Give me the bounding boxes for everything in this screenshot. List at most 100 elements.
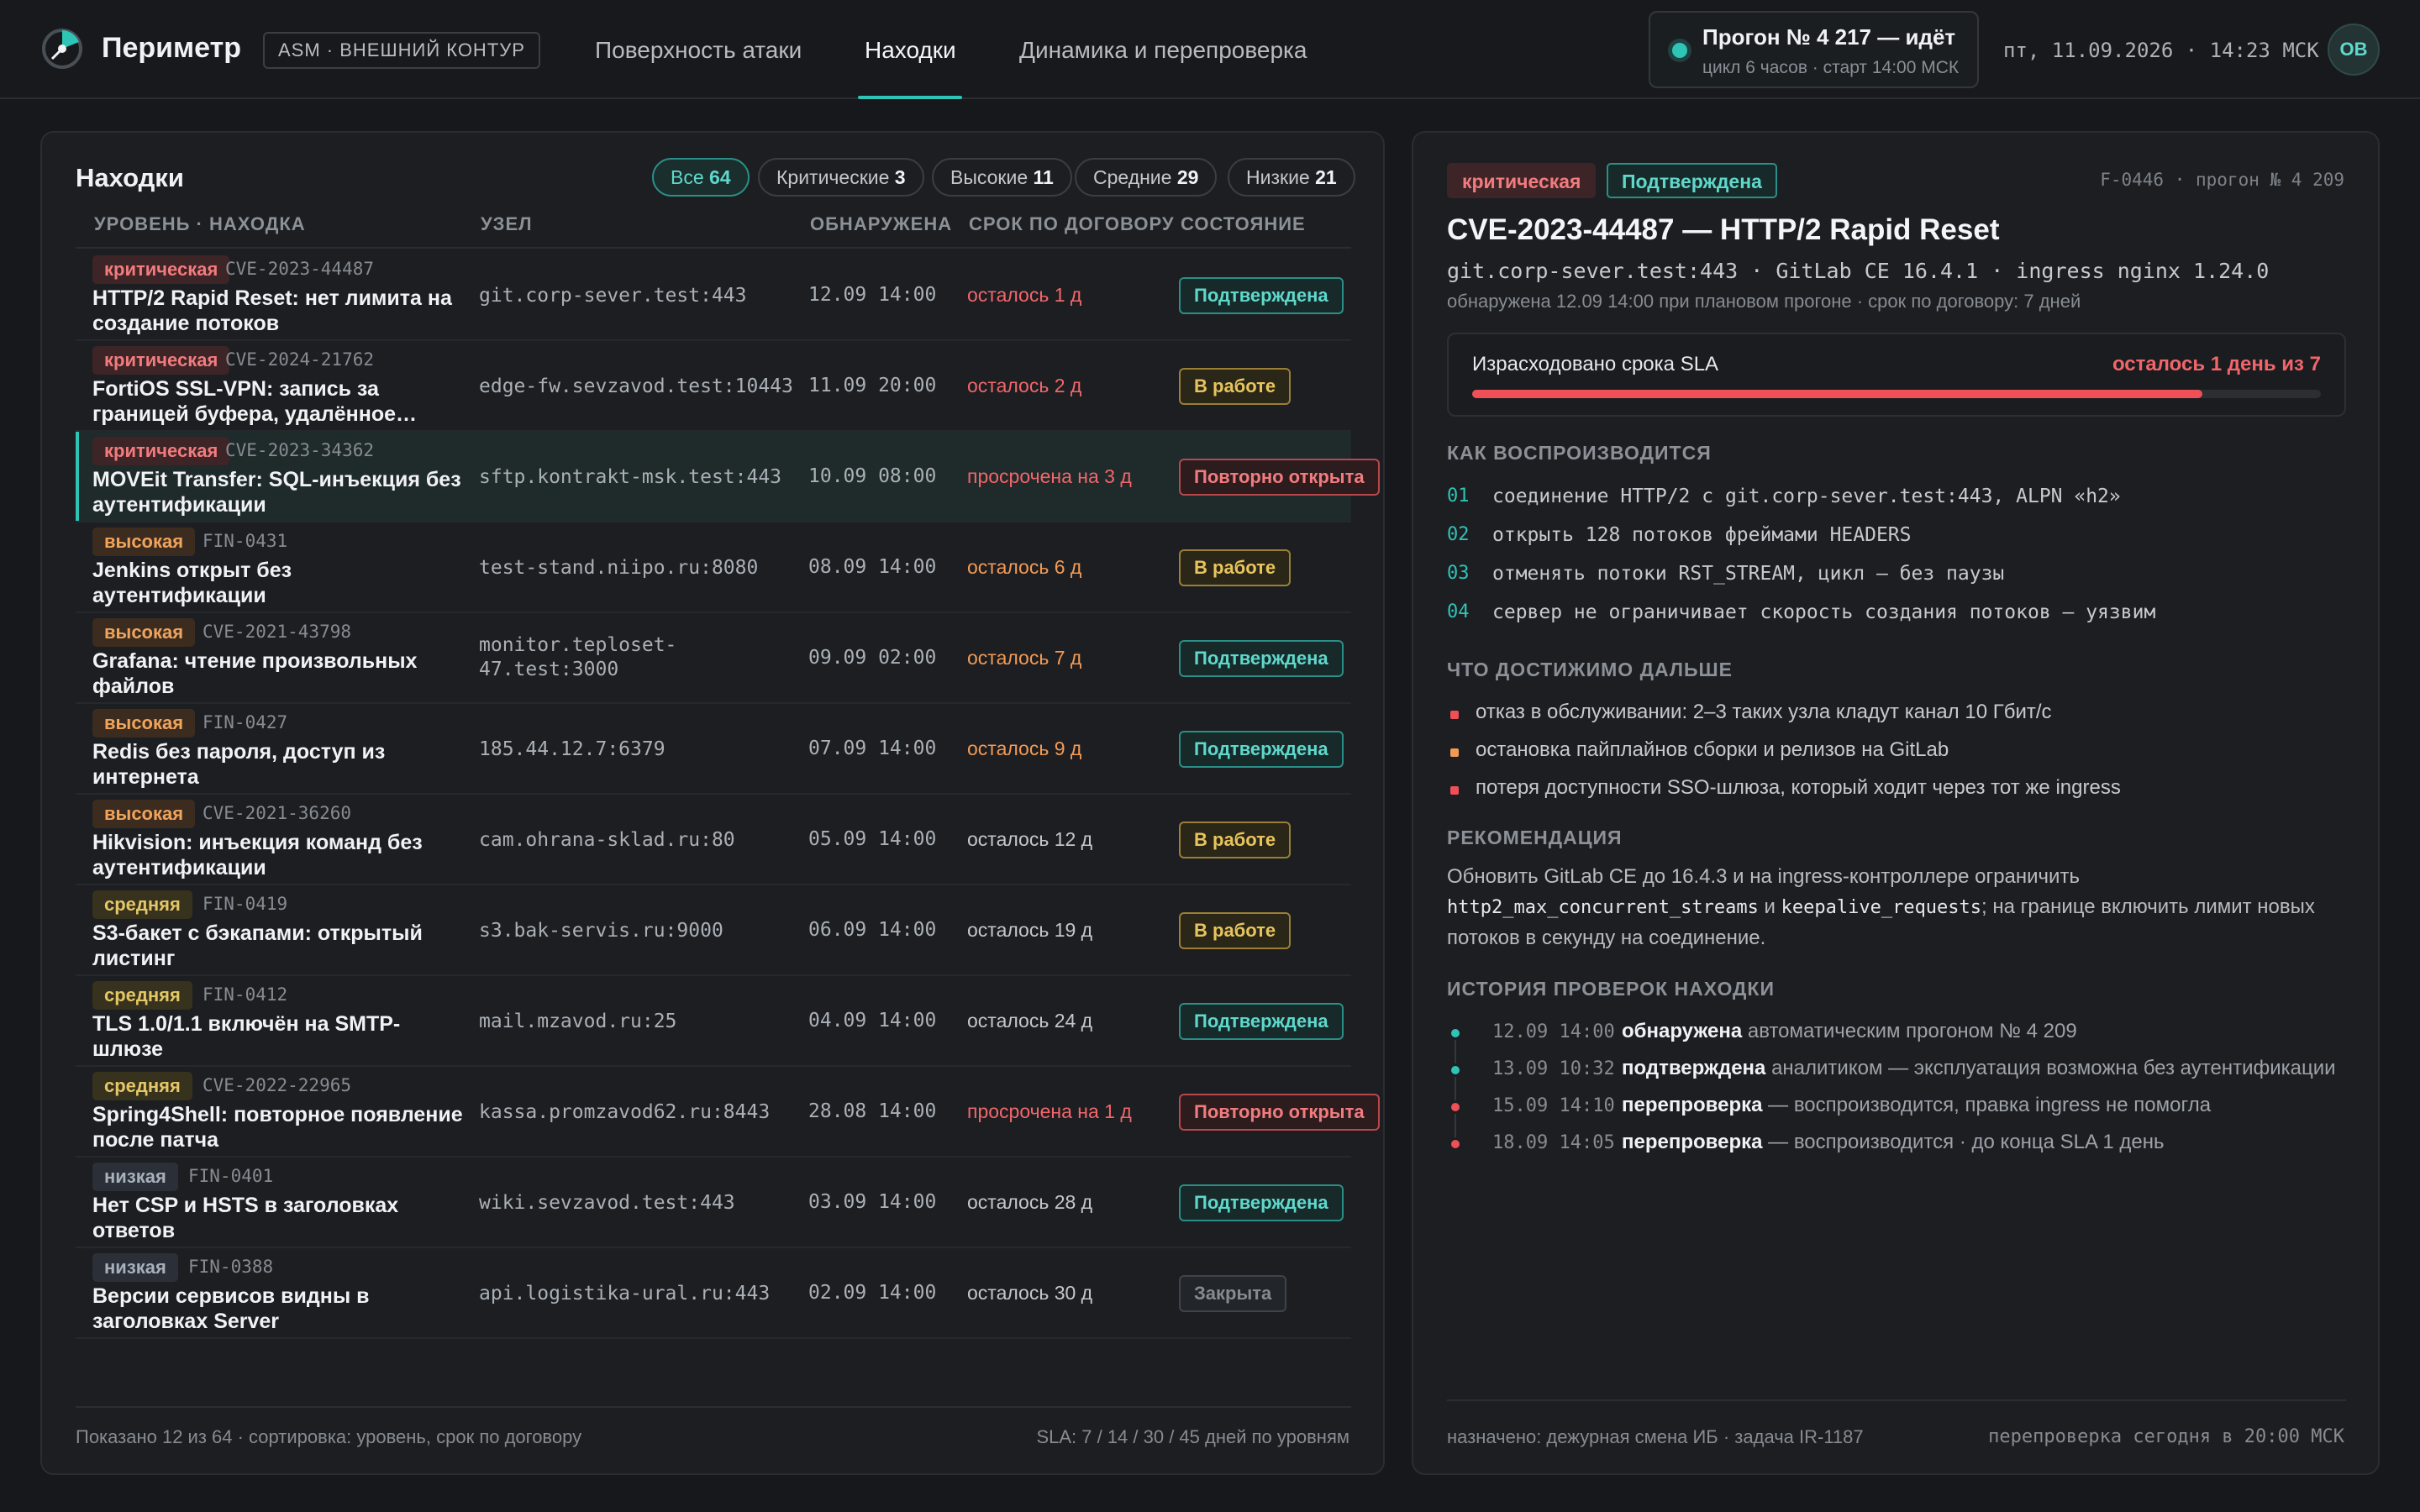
table-row[interactable]: средняя FIN-0412 TLS 1.0/1.1 включён на SM… xyxy=(76,976,1351,1067)
table-row[interactable]: низкая FIN-0388 Версии сервисов видны в за… xyxy=(76,1248,1351,1339)
detail-meta: F-0446 · прогон № 4 209 xyxy=(2100,170,2344,190)
finding-status[interactable]: Повторно открыта xyxy=(1179,1094,1380,1131)
finding-title: Jenkins открыт без аутентификации xyxy=(92,559,292,607)
finding-sla: осталось 2 д xyxy=(967,375,1082,396)
finding-sla: осталось 1 д xyxy=(967,284,1082,306)
finding-sla: осталось 7 д xyxy=(967,647,1082,669)
finding-status[interactable]: Подтверждена xyxy=(1179,640,1344,677)
tab-attack-surface[interactable]: Поверхность атаки xyxy=(595,37,802,64)
history-dot-icon xyxy=(1449,1137,1462,1151)
repro-step-number: 03 xyxy=(1447,563,1470,584)
finding-status[interactable]: В работе xyxy=(1179,549,1292,586)
finding-host: kassa.promzavod62.ru:8443 xyxy=(479,1101,771,1123)
column-header-sla[interactable]: СРОК ПО ДОГОВОРУ xyxy=(969,213,1175,235)
filter-high[interactable]: Высокие 11 xyxy=(932,158,1072,197)
filter-low[interactable]: Низкие 21 xyxy=(1228,158,1355,197)
finding-host: edge-fw.sevzavod.test:10443 xyxy=(479,375,793,397)
history-time: 13.09 10:32 xyxy=(1492,1058,1615,1079)
detail-footer-divider xyxy=(1447,1399,2346,1401)
column-header-host[interactable]: УЗЕЛ xyxy=(481,213,533,235)
history-entry: перепроверка — воспроизводится, правка i… xyxy=(1622,1094,2212,1116)
scan-run-status[interactable]: Прогон № 4 217 — идёт цикл 6 часов · ста… xyxy=(1649,11,1979,88)
finding-host: sftp.kontrakt-msk.test:443 xyxy=(479,466,782,488)
table-row[interactable]: критическая CVE-2023-44487 HTTP/2 Rapid Re… xyxy=(76,250,1351,341)
finding-found-time: 28.08 14:00 xyxy=(808,1100,937,1122)
impact-bullet-icon xyxy=(1450,786,1459,795)
finding-host: s3.bak-servis.ru:9000 xyxy=(479,920,723,942)
table-row[interactable]: критическая CVE-2024-21762 FortiOS SSL-VPN… xyxy=(76,341,1351,432)
finding-id: CVE-2022-22965 xyxy=(203,1075,352,1095)
finding-id: FIN-0401 xyxy=(188,1166,274,1186)
next-recheck-info: перепроверка сегодня в 20:00 МСК xyxy=(1988,1426,2344,1447)
table-row[interactable]: критическая CVE-2023-34362 MOVEit Transfer… xyxy=(76,432,1380,522)
finding-status[interactable]: Закрыта xyxy=(1179,1275,1287,1312)
table-row[interactable]: средняя FIN-0419 S3-бакет с бэкапами: откр… xyxy=(76,885,1351,976)
finding-title: TLS 1.0/1.1 включён на SMTP-шлюзе xyxy=(92,1012,401,1061)
finding-host: monitor.teploset-47.test:3000 xyxy=(479,634,677,680)
user-avatar[interactable]: ОВ xyxy=(2328,24,2380,76)
history-timeline-line xyxy=(1455,1033,1456,1149)
table-row[interactable]: низкая FIN-0401 Нет CSP и HSTS в заголовка… xyxy=(76,1158,1351,1248)
finding-host: 185.44.12.7:6379 xyxy=(479,738,666,760)
finding-sla: просрочена на 3 д xyxy=(967,465,1132,487)
finding-found-time: 07.09 14:00 xyxy=(808,738,937,759)
severity-badge: критическая xyxy=(92,255,230,284)
tab-findings[interactable]: Находки xyxy=(865,37,956,64)
finding-title: Grafana: чтение произвольных файлов xyxy=(92,649,418,698)
finding-status[interactable]: Подтверждена xyxy=(1179,1184,1344,1221)
filter-critical[interactable]: Критические 3 xyxy=(758,158,924,197)
detail-title: CVE-2023-44487 — HTTP/2 Rapid Reset xyxy=(1447,213,2000,246)
impact-item: отказ в обслуживании: 2–3 таких узла кла… xyxy=(1476,701,2052,723)
finding-sla: осталось 30 д xyxy=(967,1282,1093,1304)
filter-medium[interactable]: Средние 29 xyxy=(1075,158,1218,197)
table-row[interactable]: средняя CVE-2022-22965 Spring4Shell: повто… xyxy=(76,1067,1380,1158)
severity-badge: высокая xyxy=(92,618,196,647)
finding-found-time: 11.09 20:00 xyxy=(808,375,937,396)
repro-step-number: 01 xyxy=(1447,486,1470,507)
finding-status[interactable]: В работе xyxy=(1179,912,1292,949)
finding-status[interactable]: Подтверждена xyxy=(1179,1003,1344,1040)
finding-sla: осталось 6 д xyxy=(967,556,1082,578)
findings-footer-summary: Показано 12 из 64 · сортировка: уровень,… xyxy=(76,1426,582,1447)
finding-id: FIN-0412 xyxy=(203,984,288,1005)
history-dot-icon xyxy=(1449,1063,1462,1077)
repro-step-text: сервер не ограничивает скорость создания… xyxy=(1492,601,2156,623)
impact-bullet-icon xyxy=(1450,711,1459,719)
finding-title: S3-бакет с бэкапами: открытый листинг xyxy=(92,921,423,970)
finding-title: Spring4Shell: повторное появление после … xyxy=(92,1103,463,1152)
detail-status-badge[interactable]: Подтверждена xyxy=(1607,163,1777,198)
table-row[interactable]: высокая FIN-0427 Redis без пароля, доступ … xyxy=(76,704,1351,795)
table-row[interactable]: высокая CVE-2021-36260 Hikvision: инъекция… xyxy=(76,795,1351,885)
repro-section-title: КАК ВОСПРОИЗВОДИТСЯ xyxy=(1447,442,1712,464)
finding-status[interactable]: В работе xyxy=(1179,368,1292,405)
tab-dynamics-recheck[interactable]: Динамика и перепроверка xyxy=(1019,37,1307,64)
history-dot-icon xyxy=(1449,1100,1462,1114)
run-active-icon xyxy=(1672,43,1687,58)
sla-progress-fill xyxy=(1472,390,2202,398)
finding-found-time: 08.09 14:00 xyxy=(808,556,937,578)
history-section-title: ИСТОРИЯ ПРОВЕРОК НАХОДКИ xyxy=(1447,978,1776,1000)
finding-status[interactable]: Подтверждена xyxy=(1179,731,1344,768)
history-entry: подтверждена аналитиком — эксплуатация в… xyxy=(1622,1057,2336,1079)
repro-step-text: открыть 128 потоков фреймами HEADERS xyxy=(1492,524,1912,546)
sla-label: Израсходовано срока SLA xyxy=(1472,353,1719,375)
column-header-status[interactable]: СОСТОЯНИЕ xyxy=(1181,213,1306,235)
table-row[interactable]: высокая FIN-0431 Jenkins открыт без аутент… xyxy=(76,522,1351,613)
finding-title: Версии сервисов видны в заголовках Serve… xyxy=(92,1284,370,1333)
finding-status[interactable]: Подтверждена xyxy=(1179,277,1344,314)
finding-found-time: 09.09 02:00 xyxy=(808,647,937,669)
column-header-severity[interactable]: УРОВЕНЬ · НАХОДКА xyxy=(94,213,306,235)
findings-title: Находки xyxy=(76,163,184,192)
finding-found-time: 05.09 14:00 xyxy=(808,828,937,850)
filter-all[interactable]: Все 64 xyxy=(652,158,750,197)
column-header-found[interactable]: ОБНАРУЖЕНА xyxy=(810,213,952,235)
sla-progress-card: Израсходовано срока SLA осталось 1 день … xyxy=(1447,333,2346,417)
impact-item: остановка пайплайнов сборки и релизов на… xyxy=(1476,738,1949,761)
environment-badge: ASM · ВНЕШНИЙ КОНТУР xyxy=(263,32,540,69)
severity-badge: низкая xyxy=(92,1253,178,1282)
table-row[interactable]: высокая CVE-2021-43798 Grafana: чтение про… xyxy=(76,613,1351,704)
finding-status[interactable]: В работе xyxy=(1179,822,1292,858)
history-time: 15.09 14:10 xyxy=(1492,1095,1615,1116)
finding-status[interactable]: Повторно открыта xyxy=(1179,459,1380,496)
finding-id: CVE-2024-21762 xyxy=(225,349,375,370)
